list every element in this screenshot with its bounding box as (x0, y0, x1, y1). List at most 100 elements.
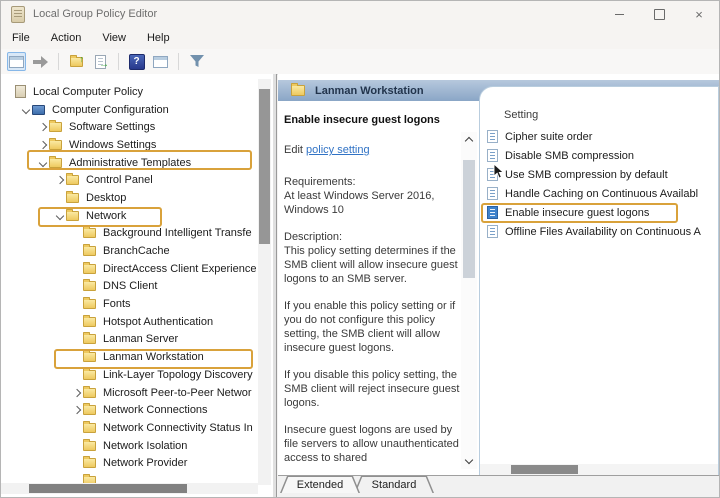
filter-icon (190, 55, 204, 68)
scroll-up-button[interactable] (461, 134, 477, 148)
tree-item-lanman-server[interactable]: Lanman Server (1, 331, 258, 349)
section-heading: Description: (284, 230, 460, 244)
tree-item-software-settings[interactable]: Software Settings (1, 118, 258, 136)
folder-icon (66, 193, 79, 203)
settings-horizontal-scrollbar[interactable] (480, 464, 718, 475)
expander-right-icon[interactable] (71, 407, 83, 413)
policy-setting-link[interactable]: policy setting (306, 144, 370, 156)
tree-item-label: Network Connections (103, 404, 208, 416)
tree-item-label: Hotspot Authentication (103, 316, 213, 328)
tree-item-label: Software Settings (69, 121, 155, 133)
tree-item-directaccess-client-experience[interactable]: DirectAccess Client Experience (1, 260, 258, 278)
settings-panel: Setting Cipher suite orderDisable SMB co… (479, 86, 719, 476)
tree-item-dns-client[interactable]: DNS Client (1, 278, 258, 296)
app-icon (11, 6, 25, 23)
expander-down-icon[interactable] (54, 213, 66, 219)
folder-icon (83, 299, 96, 309)
expander-down-icon[interactable] (20, 107, 32, 113)
menu-view[interactable]: View (102, 32, 126, 44)
tree-item-administrative-templates[interactable]: Administrative Templates (1, 154, 258, 172)
setting-item-label: Use SMB compression by default (505, 169, 668, 181)
policy-setting-icon (487, 206, 498, 219)
tab-label: Extended (280, 477, 360, 493)
expander-right-icon[interactable] (71, 390, 83, 396)
tree-item-network-provider[interactable]: Network Provider (1, 454, 258, 472)
tree-item-network-isolation[interactable]: Network Isolation (1, 437, 258, 455)
help-button[interactable]: ? (127, 52, 146, 71)
view-tab-strip: ExtendedStandard (278, 475, 719, 497)
tree-vertical-scrollbar-thumb[interactable] (259, 89, 270, 244)
tree-item-lanman-workstation[interactable]: Lanman Workstation (1, 348, 258, 366)
up-one-level-button[interactable]: ↑ (67, 52, 86, 71)
policy-section-3: If you disable this policy setting, the … (284, 368, 460, 410)
maximize-button[interactable] (639, 1, 679, 27)
menu-bar: File Action View Help (1, 27, 719, 49)
back-button[interactable] (7, 52, 26, 71)
tree-item-link-layer-topology-discovery[interactable]: Link-Layer Topology Discovery (1, 366, 258, 384)
tree-item-hotspot-authentication[interactable]: Hotspot Authentication (1, 313, 258, 331)
setting-item-use-smb-compression-by-default[interactable]: Use SMB compression by default (480, 165, 718, 184)
tree-item-label: Network (86, 210, 126, 222)
forward-button[interactable] (31, 52, 50, 71)
setting-column-header: Setting (504, 109, 538, 121)
settings-horizontal-scrollbar-thumb[interactable] (511, 465, 578, 474)
minimize-button[interactable] (599, 1, 639, 27)
tree-item-microsoft-peer-to-peer-networ[interactable]: Microsoft Peer-to-Peer Networ (1, 384, 258, 402)
expander-right-icon[interactable] (37, 142, 49, 148)
folder-icon (83, 405, 96, 415)
tree-horizontal-scrollbar[interactable] (1, 483, 258, 494)
tree-item-label: BranchCache (103, 245, 170, 257)
tree-item-local-computer-policy[interactable]: Local Computer Policy (1, 83, 258, 101)
export-list-icon: → (95, 55, 106, 69)
menu-action[interactable]: Action (51, 32, 82, 44)
expander-right-icon[interactable] (54, 177, 66, 183)
detail-scrollbar-thumb[interactable] (463, 160, 475, 278)
folder-icon (49, 122, 62, 132)
setting-item-disable-smb-compression[interactable]: Disable SMB compression (480, 146, 718, 165)
edit-prefix: Edit (284, 144, 306, 156)
filter-button[interactable] (187, 52, 206, 71)
tree-item-label: Desktop (86, 192, 126, 204)
tree-item-branchcache[interactable]: BranchCache (1, 242, 258, 260)
tab-standard[interactable]: Standard (354, 476, 434, 493)
tab-extended[interactable]: Extended (280, 476, 360, 493)
setting-item-handle-caching-on-continuous-availabl[interactable]: Handle Caching on Continuous Availabl (480, 184, 718, 203)
chevron-down-icon (56, 211, 64, 219)
menu-file[interactable]: File (12, 32, 30, 44)
pane-splitter[interactable] (273, 74, 277, 497)
tree-item-background-intelligent-transfe[interactable]: Background Intelligent Transfe (1, 225, 258, 243)
console-window-button[interactable] (151, 52, 170, 71)
menu-help[interactable]: Help (147, 32, 170, 44)
tree-item-desktop[interactable]: Desktop (1, 189, 258, 207)
detail-vertical-scrollbar[interactable] (461, 132, 477, 469)
tree-item-network-connectivity-status-in[interactable]: Network Connectivity Status In (1, 419, 258, 437)
policy-title: Enable insecure guest logons (284, 113, 460, 127)
policy-setting-icon (487, 187, 498, 200)
export-list-button[interactable]: → (91, 52, 110, 71)
tree-item-control-panel[interactable]: Control Panel (1, 171, 258, 189)
toolbar-separator (178, 53, 179, 70)
tree-item-computer-configuration[interactable]: Computer Configuration (1, 101, 258, 119)
scroll-down-button[interactable] (461, 453, 477, 467)
tab-label: Standard (354, 477, 434, 493)
policy-section-2: If you enable this policy setting or if … (284, 299, 460, 355)
setting-item-offline-files-availability-on-continuous-a[interactable]: Offline Files Availability on Continuous… (480, 222, 718, 241)
folder-icon (83, 246, 96, 256)
close-button[interactable]: × (679, 1, 719, 27)
folder-icon (83, 281, 96, 291)
maximize-icon (654, 9, 665, 20)
expander-down-icon[interactable] (37, 160, 49, 166)
console-tree-pane: Local Computer PolicyComputer Configurat… (1, 74, 273, 497)
setting-item-cipher-suite-order[interactable]: Cipher suite order (480, 127, 718, 146)
folder-icon (291, 85, 305, 96)
tree-item-fonts[interactable]: Fonts (1, 295, 258, 313)
expander-right-icon[interactable] (37, 124, 49, 130)
tree-horizontal-scrollbar-thumb[interactable] (29, 484, 187, 493)
setting-item-enable-insecure-guest-logons[interactable]: Enable insecure guest logons (480, 203, 718, 222)
tree-item-network-connections[interactable]: Network Connections (1, 401, 258, 419)
tree-vertical-scrollbar[interactable] (258, 79, 271, 485)
minimize-icon (615, 14, 624, 15)
tree-item-windows-settings[interactable]: Windows Settings (1, 136, 258, 154)
folder-icon (83, 458, 96, 468)
tree-item-network[interactable]: Network (1, 207, 258, 225)
